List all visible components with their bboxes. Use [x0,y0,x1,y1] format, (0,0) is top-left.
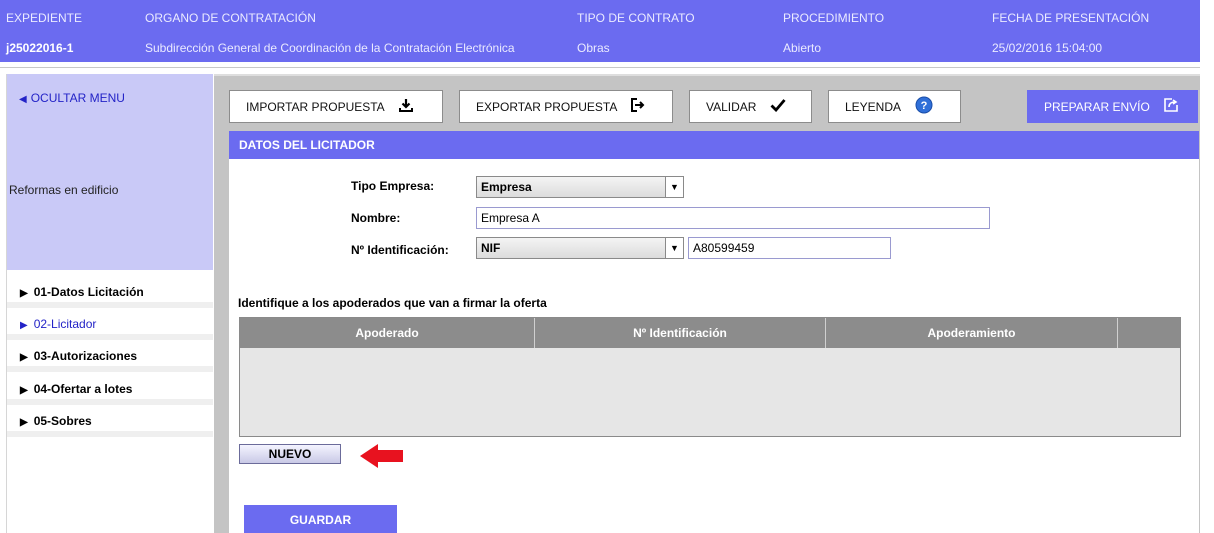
organo-label: ORGANO DE CONTRATACIÓN [145,11,316,25]
prepare-send-button[interactable]: PREPARAR ENVÍO [1027,90,1198,123]
svg-text:?: ? [921,100,928,112]
import-proposal-button[interactable]: IMPORTAR PROPUESTA [229,90,443,123]
fecha-presentacion-label: FECHA DE PRESENTACIÓN [992,11,1150,25]
identificacion-type-value: NIF [481,241,501,255]
procedimiento-value: Abierto [783,41,822,55]
procedimiento-label: PROCEDIMIENTO [783,11,885,25]
apoderados-title: Identifique a los apoderados que van a f… [238,296,547,310]
panel-title: DATOS DEL LICITADOR [229,131,1199,159]
column-header-actions [1118,318,1180,348]
organo-value: Subdirección General de Coordinación de … [145,41,515,55]
sidebar-item-licitador[interactable]: ▶ 02-Licitador [7,314,213,340]
triangle-right-icon: ▶ [20,320,28,331]
tipo-empresa-value: Empresa [481,180,532,194]
guardar-button[interactable]: GUARDAR [244,505,397,533]
apoderados-table: Apoderado Nº Identificación Apoderamient… [239,317,1181,437]
sidebar-item-label: 01-Datos Licitación [33,285,144,299]
window-edge [1200,0,1214,533]
triangle-right-icon: ▶ [20,352,28,363]
fecha-presentacion-value: 25/02/2016 15:04:00 [992,41,1103,55]
main-top-divider [214,74,1200,76]
hide-menu-button[interactable]: ◀ OCULTAR MENU [19,91,125,105]
project-name: Reformas en edificio [9,183,119,197]
sidebar-item-label: 04-Ofertar a lotes [33,382,133,396]
tipo-contrato-label: TIPO DE CONTRATO [577,11,695,25]
chevron-down-icon: ▼ [665,238,683,258]
column-header-apoderamiento[interactable]: Apoderamiento [826,318,1118,348]
validate-button[interactable]: VALIDAR [689,90,812,123]
share-icon [1164,97,1178,116]
header-divider [0,62,1200,68]
prepare-send-label: PREPARAR ENVÍO [1044,99,1150,114]
export-proposal-button[interactable]: EXPORTAR PROPUESTA [459,90,673,123]
sidebar-header: ◀ OCULTAR MENU Reformas en edificio [7,74,213,270]
sidebar-item-sobres[interactable]: ▶ 05-Sobres [7,411,213,437]
triangle-left-icon: ◀ [19,94,27,105]
triangle-right-icon: ▶ [20,385,28,396]
apoderados-table-header: Apoderado Nº Identificación Apoderamient… [240,318,1180,348]
identificacion-type-select[interactable]: NIF ▼ [476,237,684,259]
expediente-value: j25022016-1 [6,41,74,55]
column-header-identificacion[interactable]: Nº Identificación [535,318,826,348]
export-proposal-label: EXPORTAR PROPUESTA [476,99,618,114]
nombre-input[interactable]: Empresa A [476,207,990,229]
red-arrow-annotation [358,443,404,469]
identificacion-label: Nº Identificación: [351,243,449,257]
sidebar-item-label: 05-Sobres [33,414,92,428]
hide-menu-label: OCULTAR MENU [30,91,125,105]
legend-button[interactable]: LEYENDA ? [828,90,961,123]
tipo-empresa-select[interactable]: Empresa ▼ [476,176,684,198]
legend-label: LEYENDA [845,99,902,114]
sidebar-item-label: 02-Licitador [33,317,97,331]
chevron-down-icon: ▼ [665,177,683,197]
download-icon [398,98,413,116]
import-proposal-label: IMPORTAR PROPUESTA [246,99,385,114]
nombre-label: Nombre: [351,211,401,225]
export-icon [631,97,645,116]
tipo-contrato-value: Obras [577,41,610,55]
sidebar-item-autorizaciones[interactable]: ▶ 03-Autorizaciones [7,346,213,372]
triangle-right-icon: ▶ [20,288,28,299]
sidebar-item-label: 03-Autorizaciones [33,349,138,363]
expediente-label: EXPEDIENTE [6,11,83,25]
checkmark-icon [770,98,787,116]
nuevo-button[interactable]: NUEVO [239,444,341,464]
tipo-empresa-label: Tipo Empresa: [351,179,435,193]
triangle-right-icon: ▶ [20,417,28,428]
identificacion-input[interactable]: A80599459 [688,237,891,259]
arrow-left-icon [360,444,403,468]
sidebar-item-ofertar-lotes[interactable]: ▶ 04-Ofertar a lotes [7,379,213,405]
expediente-header: EXPEDIENTE ORGANO DE CONTRATACIÓN TIPO D… [0,0,1200,62]
column-header-apoderado[interactable]: Apoderado [240,318,535,348]
help-icon: ? [915,96,933,118]
validate-label: VALIDAR [706,99,757,114]
sidebar: ◀ OCULTAR MENU Reformas en edificio ▶ 01-D… [6,74,213,533]
sidebar-item-datos-licitacion[interactable]: ▶ 01-Datos Licitación [7,282,213,308]
